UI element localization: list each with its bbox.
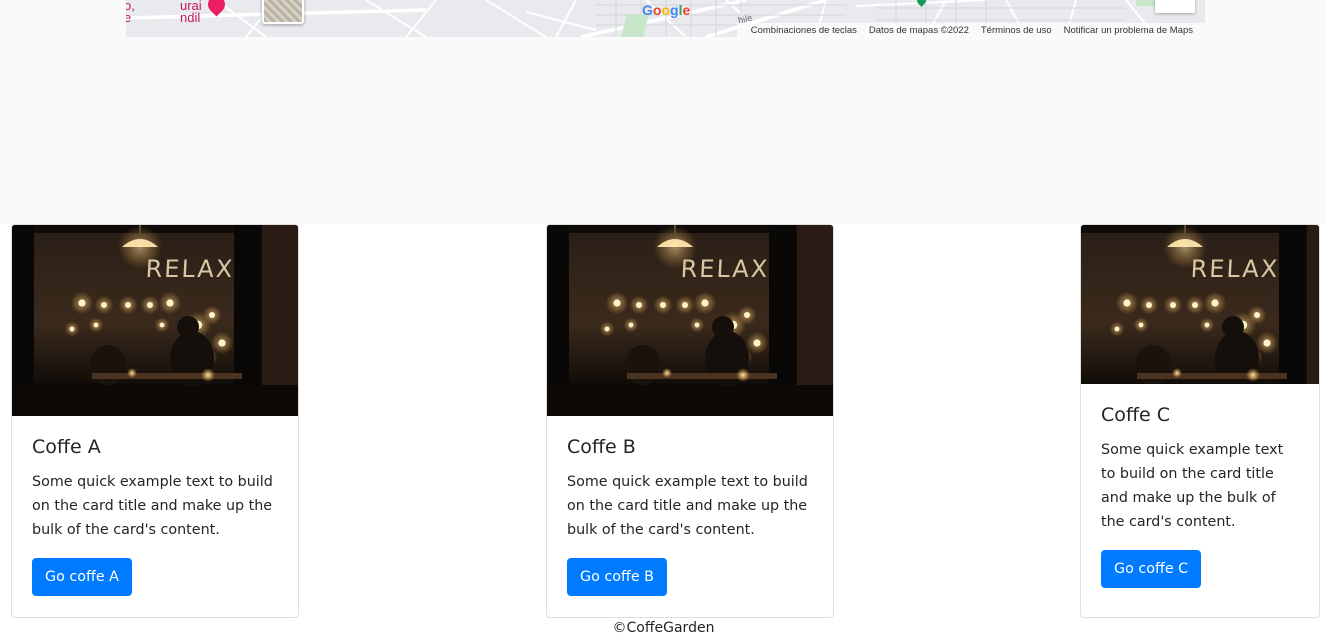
map-attribution-bar: Combinaciones de teclas Datos de mapas ©…	[736, 23, 1205, 37]
bokeh-light-core	[694, 322, 700, 328]
person-silhouette	[712, 316, 734, 338]
lamp-cord	[674, 225, 676, 235]
candle-glow	[1246, 368, 1260, 382]
google-logo-letter: G	[642, 2, 653, 18]
google-logo-letter: o	[661, 2, 671, 18]
card-title: Coffe B	[567, 436, 636, 458]
brick-wall	[1307, 225, 1319, 384]
card-text: Some quick example text to build on the …	[32, 474, 273, 538]
cafe-photo-art: RELAX	[12, 225, 298, 416]
relax-sign: RELAX	[1190, 255, 1280, 283]
bokeh-light-core	[69, 326, 75, 332]
card-text: Some quick example text to build on the …	[567, 474, 808, 538]
report-problem-link[interactable]: Notificar un problema de Maps	[1064, 25, 1193, 36]
window-sill	[12, 385, 298, 416]
bokeh-light-core	[1138, 322, 1144, 328]
relax-sign: RELAX	[145, 255, 235, 283]
bokeh-light-core	[613, 299, 621, 307]
coffee-card-b: RELAX Coffe B Some quick example text to…	[546, 224, 834, 618]
map-data-text: Datos de mapas ©2022	[868, 24, 969, 36]
map-poi-name: urai ndil	[180, 0, 202, 25]
counter	[92, 373, 242, 379]
candle-glow	[662, 368, 672, 378]
candle-glow	[201, 368, 215, 382]
embedded-map[interactable]: o, e urai ndil hile Google Combinaciones…	[126, 0, 1205, 37]
cafe-photo-art: RELAX	[1081, 225, 1319, 384]
bokeh-light-core	[166, 299, 174, 307]
card-title: Coffe A	[32, 436, 101, 458]
bokeh-light-core	[1114, 326, 1120, 332]
bokeh-light-core	[78, 299, 86, 307]
bokeh-light-core	[660, 302, 666, 308]
terms-of-use-link[interactable]: Términos de uso	[981, 25, 1052, 36]
bokeh-light-core	[1211, 299, 1219, 307]
bokeh-light-core	[636, 302, 642, 308]
bokeh-light-core	[159, 322, 165, 328]
card-body: Coffe A Some quick example text to build…	[12, 416, 298, 616]
google-logo-letter: e	[682, 2, 691, 18]
person-silhouette	[177, 316, 199, 338]
candle-glow	[127, 368, 137, 378]
card-body: Coffe C Some quick example text to build…	[1081, 384, 1319, 608]
bokeh-light-core	[744, 312, 750, 318]
counter	[627, 373, 777, 379]
keyboard-shortcuts-link[interactable]: Combinaciones de teclas	[751, 25, 857, 36]
coffee-card-a: RELAX Coffe A Some quick example text to…	[11, 224, 299, 618]
google-logo-letter: g	[670, 2, 679, 18]
bokeh-light-core	[101, 302, 107, 308]
google-logo: Google	[642, 2, 690, 18]
card-text: Some quick example text to build on the …	[1101, 442, 1284, 530]
bokeh-light-core	[1146, 302, 1152, 308]
relax-sign: RELAX	[680, 255, 770, 283]
bokeh-light-core	[147, 302, 153, 308]
bokeh-light-core	[93, 322, 99, 328]
bokeh-light-core	[604, 326, 610, 332]
bokeh-light-core	[1263, 339, 1271, 347]
window-frame	[1279, 225, 1305, 384]
bokeh-light-core	[1192, 302, 1198, 308]
map-poi-label: o, e	[126, 0, 135, 25]
footer-copyright: ©CoffeGarden	[612, 620, 715, 635]
card-title: Coffe C	[1101, 404, 1170, 426]
cafe-photo: RELAX	[547, 225, 833, 416]
map-zoom-control[interactable]	[1155, 0, 1195, 13]
bokeh-light-core	[628, 322, 634, 328]
candle-glow	[1172, 368, 1182, 378]
lamp-cord	[1184, 225, 1186, 235]
go-coffe-c-button[interactable]: Go coffe C	[1101, 550, 1202, 588]
bokeh-light-core	[1170, 302, 1176, 308]
bokeh-light-core	[701, 299, 709, 307]
bokeh-light-core	[1123, 299, 1131, 307]
bokeh-light-core	[209, 312, 215, 318]
cafe-photo-art: RELAX	[547, 225, 833, 416]
bokeh-light-core	[1254, 312, 1260, 318]
card-body: Coffe B Some quick example text to build…	[547, 416, 833, 616]
cafe-photo: RELAX	[1081, 225, 1319, 384]
go-coffe-a-button[interactable]: Go coffe A	[32, 558, 132, 596]
bokeh-light-core	[1204, 322, 1210, 328]
coffee-card-c: RELAX Coffe C Some quick example text to…	[1080, 224, 1320, 618]
counter	[1137, 373, 1287, 379]
satellite-toggle-thumbnail[interactable]	[262, 0, 304, 24]
lamp-cord	[139, 225, 141, 235]
window-sill	[547, 385, 833, 416]
cafe-photo: RELAX	[12, 225, 298, 416]
go-coffe-b-button[interactable]: Go coffe B	[567, 558, 667, 596]
person-silhouette	[1222, 316, 1244, 338]
bokeh-light-core	[218, 339, 226, 347]
candle-glow	[736, 368, 750, 382]
bokeh-light-core	[682, 302, 688, 308]
bokeh-light-core	[753, 339, 761, 347]
bokeh-light-core	[125, 302, 131, 308]
